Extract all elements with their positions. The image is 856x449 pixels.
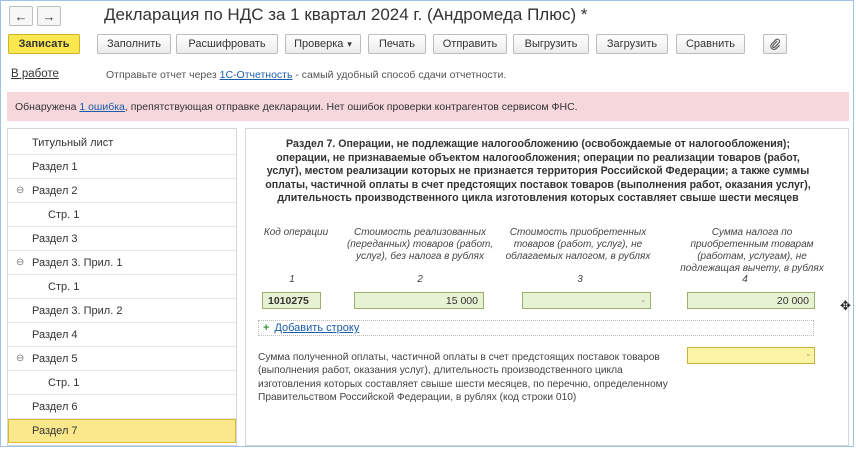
error-suffix: , препятствующая отправке декларации. Не… bbox=[124, 101, 578, 113]
tree-item-title-page[interactable]: Титульный лист bbox=[8, 131, 236, 155]
reporting-link[interactable]: 1С-Отчетность bbox=[220, 69, 293, 81]
operation-code-field[interactable]: 1010275 bbox=[262, 292, 321, 309]
column-number: 2 bbox=[417, 274, 423, 285]
collapse-icon[interactable]: ⊖ bbox=[16, 353, 24, 364]
section-form: Раздел 7. Операции, не подлежащие налого… bbox=[245, 128, 849, 446]
print-button[interactable]: Печать bbox=[368, 34, 426, 54]
hint-prefix: Отправьте отчет через bbox=[106, 69, 220, 81]
save-button[interactable]: Записать bbox=[8, 34, 80, 54]
payment-amount-field[interactable]: - bbox=[687, 347, 815, 364]
page-title: Декларация по НДС за 1 квартал 2024 г. (… bbox=[104, 5, 588, 24]
tree-item-label: Стр. 1 bbox=[48, 376, 80, 389]
tree-item-section-3-app-2[interactable]: Раздел 3. Прил. 2 bbox=[8, 299, 236, 323]
paperclip-icon bbox=[770, 38, 781, 50]
error-prefix: Обнаружена bbox=[15, 101, 80, 113]
back-button[interactable]: ← bbox=[9, 6, 33, 26]
arrow-left-icon: ← bbox=[14, 8, 28, 24]
collapse-icon[interactable]: ⊖ bbox=[16, 257, 24, 268]
arrow-right-icon: → bbox=[42, 8, 56, 24]
tree-item-label: Раздел 3 bbox=[32, 232, 78, 245]
payment-amount-label: Сумма полученной оплаты, частичной оплат… bbox=[258, 352, 668, 403]
plus-icon: + bbox=[263, 322, 270, 334]
purchased-value-field[interactable]: - bbox=[522, 292, 651, 309]
load-button[interactable]: Загрузить bbox=[596, 34, 668, 54]
forward-button[interactable]: → bbox=[37, 6, 61, 26]
column-number: 1 bbox=[289, 274, 295, 285]
tree-item-label: Раздел 5 bbox=[32, 352, 78, 365]
add-row-label: Добавить строку bbox=[274, 322, 360, 334]
decode-button[interactable]: Расшифровать bbox=[176, 34, 278, 54]
tree-item-section-1[interactable]: Раздел 1 bbox=[8, 155, 236, 179]
tree-item-label: Раздел 7 bbox=[32, 425, 78, 437]
send-button[interactable]: Отправить bbox=[433, 34, 507, 54]
column-header-sold-value: Стоимость реализованных (переданных) тов… bbox=[346, 227, 494, 262]
tree-item-section-6[interactable]: Раздел 6 bbox=[8, 395, 236, 419]
tree-item-section-3[interactable]: Раздел 3 bbox=[8, 227, 236, 251]
tree-item-label: Стр. 1 bbox=[48, 280, 80, 293]
tree-item-section-2[interactable]: ⊖ Раздел 2 bbox=[8, 179, 236, 203]
tree-item-section-3-app-1-page-1[interactable]: Стр. 1 bbox=[8, 275, 236, 299]
tax-amount-field[interactable]: 20 000 bbox=[687, 292, 815, 309]
check-label: Проверка bbox=[294, 38, 344, 50]
column-number: 3 bbox=[577, 274, 583, 285]
collapse-icon[interactable]: ⊖ bbox=[16, 185, 24, 196]
sold-value-field[interactable]: 15 000 bbox=[354, 292, 484, 309]
tree-item-label: Раздел 2 bbox=[32, 184, 78, 197]
chevron-down-icon: ▾ bbox=[347, 38, 352, 49]
tree-item-label: Титульный лист bbox=[32, 136, 114, 149]
tree-item-section-7[interactable]: Раздел 7 bbox=[8, 419, 236, 443]
tree-item-label: Раздел 1 bbox=[32, 160, 78, 173]
attach-button[interactable] bbox=[763, 34, 787, 54]
tree-item-label: Раздел 3. Прил. 1 bbox=[32, 256, 123, 269]
add-row-button[interactable]: + Добавить строку bbox=[258, 320, 814, 336]
tree-item-section-4[interactable]: Раздел 4 bbox=[8, 323, 236, 347]
sending-hint: Отправьте отчет через 1С-Отчетность - са… bbox=[106, 69, 506, 81]
move-cursor-icon: ✥ bbox=[840, 298, 851, 313]
tree-item-label: Раздел 6 bbox=[32, 400, 78, 413]
compare-button[interactable]: Сравнить bbox=[676, 34, 745, 54]
tree-item-section-3-app-1[interactable]: ⊖ Раздел 3. Прил. 1 bbox=[8, 251, 236, 275]
column-number: 4 bbox=[742, 274, 748, 285]
tree-item-section-2-page-1[interactable]: Стр. 1 bbox=[8, 203, 236, 227]
tree-item-section-5[interactable]: ⊖ Раздел 5 bbox=[8, 347, 236, 371]
tree-item-label: Раздел 4 bbox=[32, 328, 78, 341]
hint-suffix: - самый удобный способ сдачи отчетности. bbox=[292, 69, 507, 81]
tree-item-label: Раздел 3. Прил. 2 bbox=[32, 304, 123, 317]
tree-item-section-5-page-1[interactable]: Стр. 1 bbox=[8, 371, 236, 395]
unload-button[interactable]: Выгрузить bbox=[513, 34, 589, 54]
section-heading: Раздел 7. Операции, не подлежащие налого… bbox=[265, 138, 811, 205]
column-header-code: Код операции bbox=[263, 227, 329, 238]
column-header-purchased-value: Стоимость приобретенных товаров (работ, … bbox=[505, 227, 651, 262]
check-dropdown-button[interactable]: Проверка ▾ bbox=[285, 34, 361, 54]
fill-button[interactable]: Заполнить bbox=[97, 34, 171, 54]
section-tree: Титульный лист Раздел 1 ⊖ Раздел 2 Стр. 1… bbox=[7, 128, 237, 446]
tree-item-label: Стр. 1 bbox=[48, 208, 80, 221]
error-count-link[interactable]: 1 ошибка bbox=[79, 101, 125, 113]
status-link[interactable]: В работе bbox=[11, 68, 59, 80]
error-bar: Обнаружена 1 ошибка, препятствующая отпр… bbox=[7, 92, 849, 121]
column-header-tax-amount: Сумма налога по приобретенным товарам (р… bbox=[680, 227, 824, 274]
